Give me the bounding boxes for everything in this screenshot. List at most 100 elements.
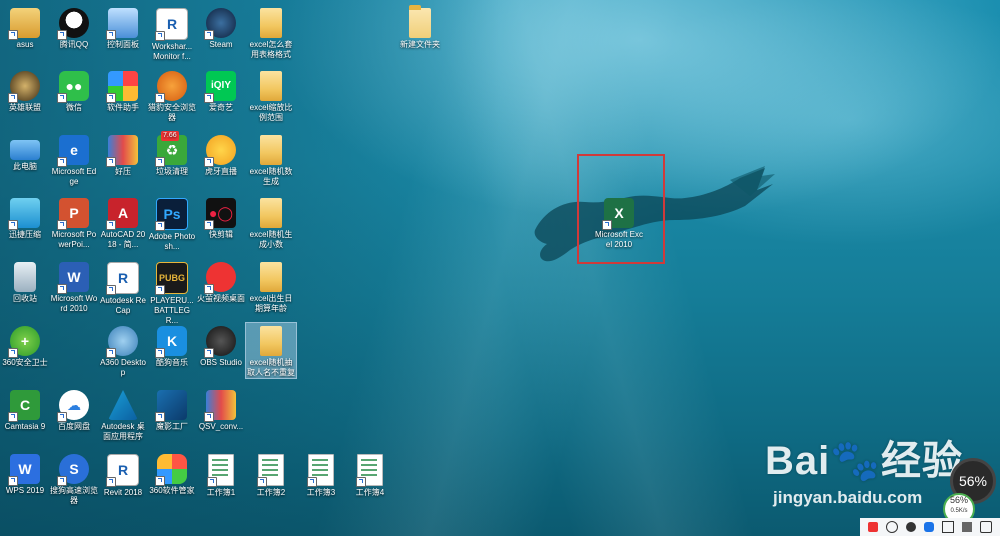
desktop-icon-photoshop[interactable]: Ps Adobe Photosh... xyxy=(147,195,197,252)
folder-icon xyxy=(260,198,282,228)
revit-monitor-icon: R xyxy=(155,8,188,41)
shirt-icon[interactable] xyxy=(962,522,972,532)
desktop-icon-wps[interactable]: W WPS 2019 xyxy=(0,451,50,496)
desktop-icon-pubg[interactable]: PUBG PLAYERU... BATTLEGR... xyxy=(147,259,197,326)
desktop-icon-liebao[interactable]: 猎豹安全浏览器 xyxy=(147,68,197,123)
folder-icon xyxy=(409,5,431,38)
moon-icon[interactable] xyxy=(886,521,898,533)
desktop-icon-folder-random-decimal[interactable]: excel随机生成小数 xyxy=(246,195,296,250)
wechat-icon: ●● xyxy=(57,71,89,103)
pubg-icon: PUBG xyxy=(155,262,188,295)
desktop-icon-huoying[interactable]: 火萤视频桌面 xyxy=(196,259,246,304)
software-helper-icon xyxy=(106,71,138,103)
grid-icon[interactable] xyxy=(980,521,992,533)
emoji-icon[interactable] xyxy=(906,522,916,532)
user-folder-icon xyxy=(8,8,40,40)
wps-icon: W xyxy=(8,454,40,486)
excel-sheet-icon xyxy=(356,454,383,487)
desktop-icon-autocad[interactable]: A AutoCAD 2018 - 简... xyxy=(98,195,148,250)
folder-icon xyxy=(260,326,282,356)
desktop-icon-xunjie[interactable]: 迅捷压缩 xyxy=(0,195,50,240)
photoshop-icon: Ps xyxy=(155,198,188,231)
desktop-icon-folder-random[interactable]: excel随机数生成 xyxy=(246,132,296,187)
desktop-icon-camtasia[interactable]: C Camtasia 9 xyxy=(0,387,50,432)
folder-icon xyxy=(260,8,282,38)
sogou-logo-icon[interactable] xyxy=(868,522,878,532)
desktop-icon-this-pc[interactable]: 此电脑 xyxy=(0,132,50,172)
desktop-icon-workbook-2[interactable]: 工作簿2 xyxy=(246,451,296,498)
folder-icon xyxy=(260,71,282,101)
junk-cleaner-icon: 7.66 ♻ xyxy=(155,131,187,167)
edge-icon: e xyxy=(57,135,89,167)
desktop-icon-moying[interactable]: 魔影工厂 xyxy=(147,387,197,432)
qsv-archive-icon xyxy=(204,390,236,422)
desktop-icon-lol[interactable]: 英雄联盟 xyxy=(0,68,50,113)
haozip-icon xyxy=(106,135,138,167)
excel-sheet-icon xyxy=(207,454,234,487)
baidu-netdisk-icon: ☁ xyxy=(57,390,89,422)
desktop-icon-workbook-3[interactable]: 工作簿3 xyxy=(296,451,346,498)
desktop-icon-a360[interactable]: A360 Desktop xyxy=(98,323,148,378)
desktop-icon-huya[interactable]: 虎牙直播 xyxy=(196,132,246,177)
mic-icon[interactable] xyxy=(924,522,934,532)
kugou-icon: K xyxy=(155,326,187,358)
desktop-icon-powerpoint[interactable]: P Microsoft PowerPoi... xyxy=(49,195,99,250)
desktop-icon-folder-random-names[interactable]: excel随机抽取人名不重复 xyxy=(245,322,297,379)
desktop-icon-qq[interactable]: 腾讯QQ xyxy=(49,5,99,50)
camtasia-icon: C xyxy=(8,390,40,422)
desktop-icon-workbook-1[interactable]: 工作簿1 xyxy=(196,451,246,498)
desktop-icon-360-software[interactable]: 360软件管家 xyxy=(147,451,197,496)
desktop-icon-excel-2010[interactable]: X Microsoft Excel 2010 xyxy=(593,195,645,250)
zip-icon xyxy=(8,198,40,230)
watermark-url: jingyan.baidu.com xyxy=(773,488,923,507)
desktop-icon-haozip[interactable]: 好压 xyxy=(98,132,148,177)
folder-icon xyxy=(260,262,282,292)
desktop-icon-control-panel[interactable]: 控制面板 xyxy=(98,5,148,50)
desktop-icon-wechat[interactable]: ●● 微信 xyxy=(49,68,99,113)
excel-sheet-icon xyxy=(257,454,284,487)
desktop-icon-recycle-bin[interactable]: 回收站 xyxy=(0,259,50,304)
desktop-icon-edge[interactable]: e Microsoft Edge xyxy=(49,132,99,187)
desktop-icon-asus[interactable]: asus xyxy=(0,5,50,50)
desktop-icon-folder-birthday-age[interactable]: excel出生日期算年龄 xyxy=(246,259,296,314)
desktop-icon-kugou[interactable]: K 酷狗音乐 xyxy=(147,323,197,368)
desktop-icon-obs[interactable]: OBS Studio xyxy=(196,323,246,368)
desktop-icon-recap[interactable]: R Autodesk ReCap xyxy=(98,259,148,316)
desktop-icon-baidu-netdisk[interactable]: ☁ 百度网盘 xyxy=(49,387,99,432)
iqiyi-icon: iQIY xyxy=(204,71,236,103)
desktop-icon-sogou-browser[interactable]: S 搜狗高速浏览器 xyxy=(49,451,99,506)
excel-sheet-icon xyxy=(307,454,334,487)
computer-icon xyxy=(10,140,40,160)
keyboard-icon[interactable] xyxy=(942,521,954,533)
desktop-icon-steam[interactable]: Steam xyxy=(196,5,246,50)
word-icon: W xyxy=(57,262,89,294)
desktop-icon-new-folder[interactable]: 新建文件夹 xyxy=(395,5,445,50)
desktop-icon-revit[interactable]: R Revit 2018 xyxy=(98,451,148,498)
folder-icon xyxy=(260,135,282,165)
powerpoint-icon: P xyxy=(57,198,89,230)
autodesk-icon xyxy=(108,390,138,420)
desktop-icon-worksharing-monitor[interactable]: R Workshar... Monitor f... xyxy=(147,5,197,62)
cheetah-browser-icon xyxy=(155,71,187,103)
desktop-icon-autodesk-app[interactable]: Autodesk 桌面应用程序 xyxy=(98,387,148,442)
360-shield-icon: + xyxy=(8,326,40,358)
sogou-browser-icon: S xyxy=(57,454,89,486)
huya-icon xyxy=(204,135,236,167)
desktop-icon-360[interactable]: + 360安全卫士 xyxy=(0,323,50,368)
autocad-icon: A xyxy=(106,198,138,230)
desktop-icon-workbook-4[interactable]: 工作簿4 xyxy=(345,451,395,498)
desktop-icon-folder-table-format[interactable]: excel怎么套用表格格式 xyxy=(246,5,296,60)
desktop-icon-iqiyi[interactable]: iQIY 爱奇艺 xyxy=(196,68,246,113)
sogou-input-toolbar[interactable] xyxy=(860,518,1000,536)
desktop-icon-software-helper[interactable]: 软件助手 xyxy=(98,68,148,113)
lol-icon xyxy=(8,71,40,103)
desktop-icon-junk-cleaner[interactable]: 7.66 ♻ 垃圾清理 xyxy=(147,131,197,177)
desktop-icon-kuaijianji[interactable]: ●◯ 快剪辑 xyxy=(196,195,246,240)
desktop-icon-word[interactable]: W Microsoft Word 2010 xyxy=(49,259,99,314)
360-software-manager-icon xyxy=(155,454,187,486)
moying-icon xyxy=(155,390,187,422)
desktop-icon-qsv-converter[interactable]: QSV_conv... xyxy=(196,387,246,432)
obs-icon xyxy=(204,326,236,358)
desktop-icon-folder-zoom[interactable]: excel缩放比例范围 xyxy=(246,68,296,123)
revit-icon: R xyxy=(106,454,139,487)
